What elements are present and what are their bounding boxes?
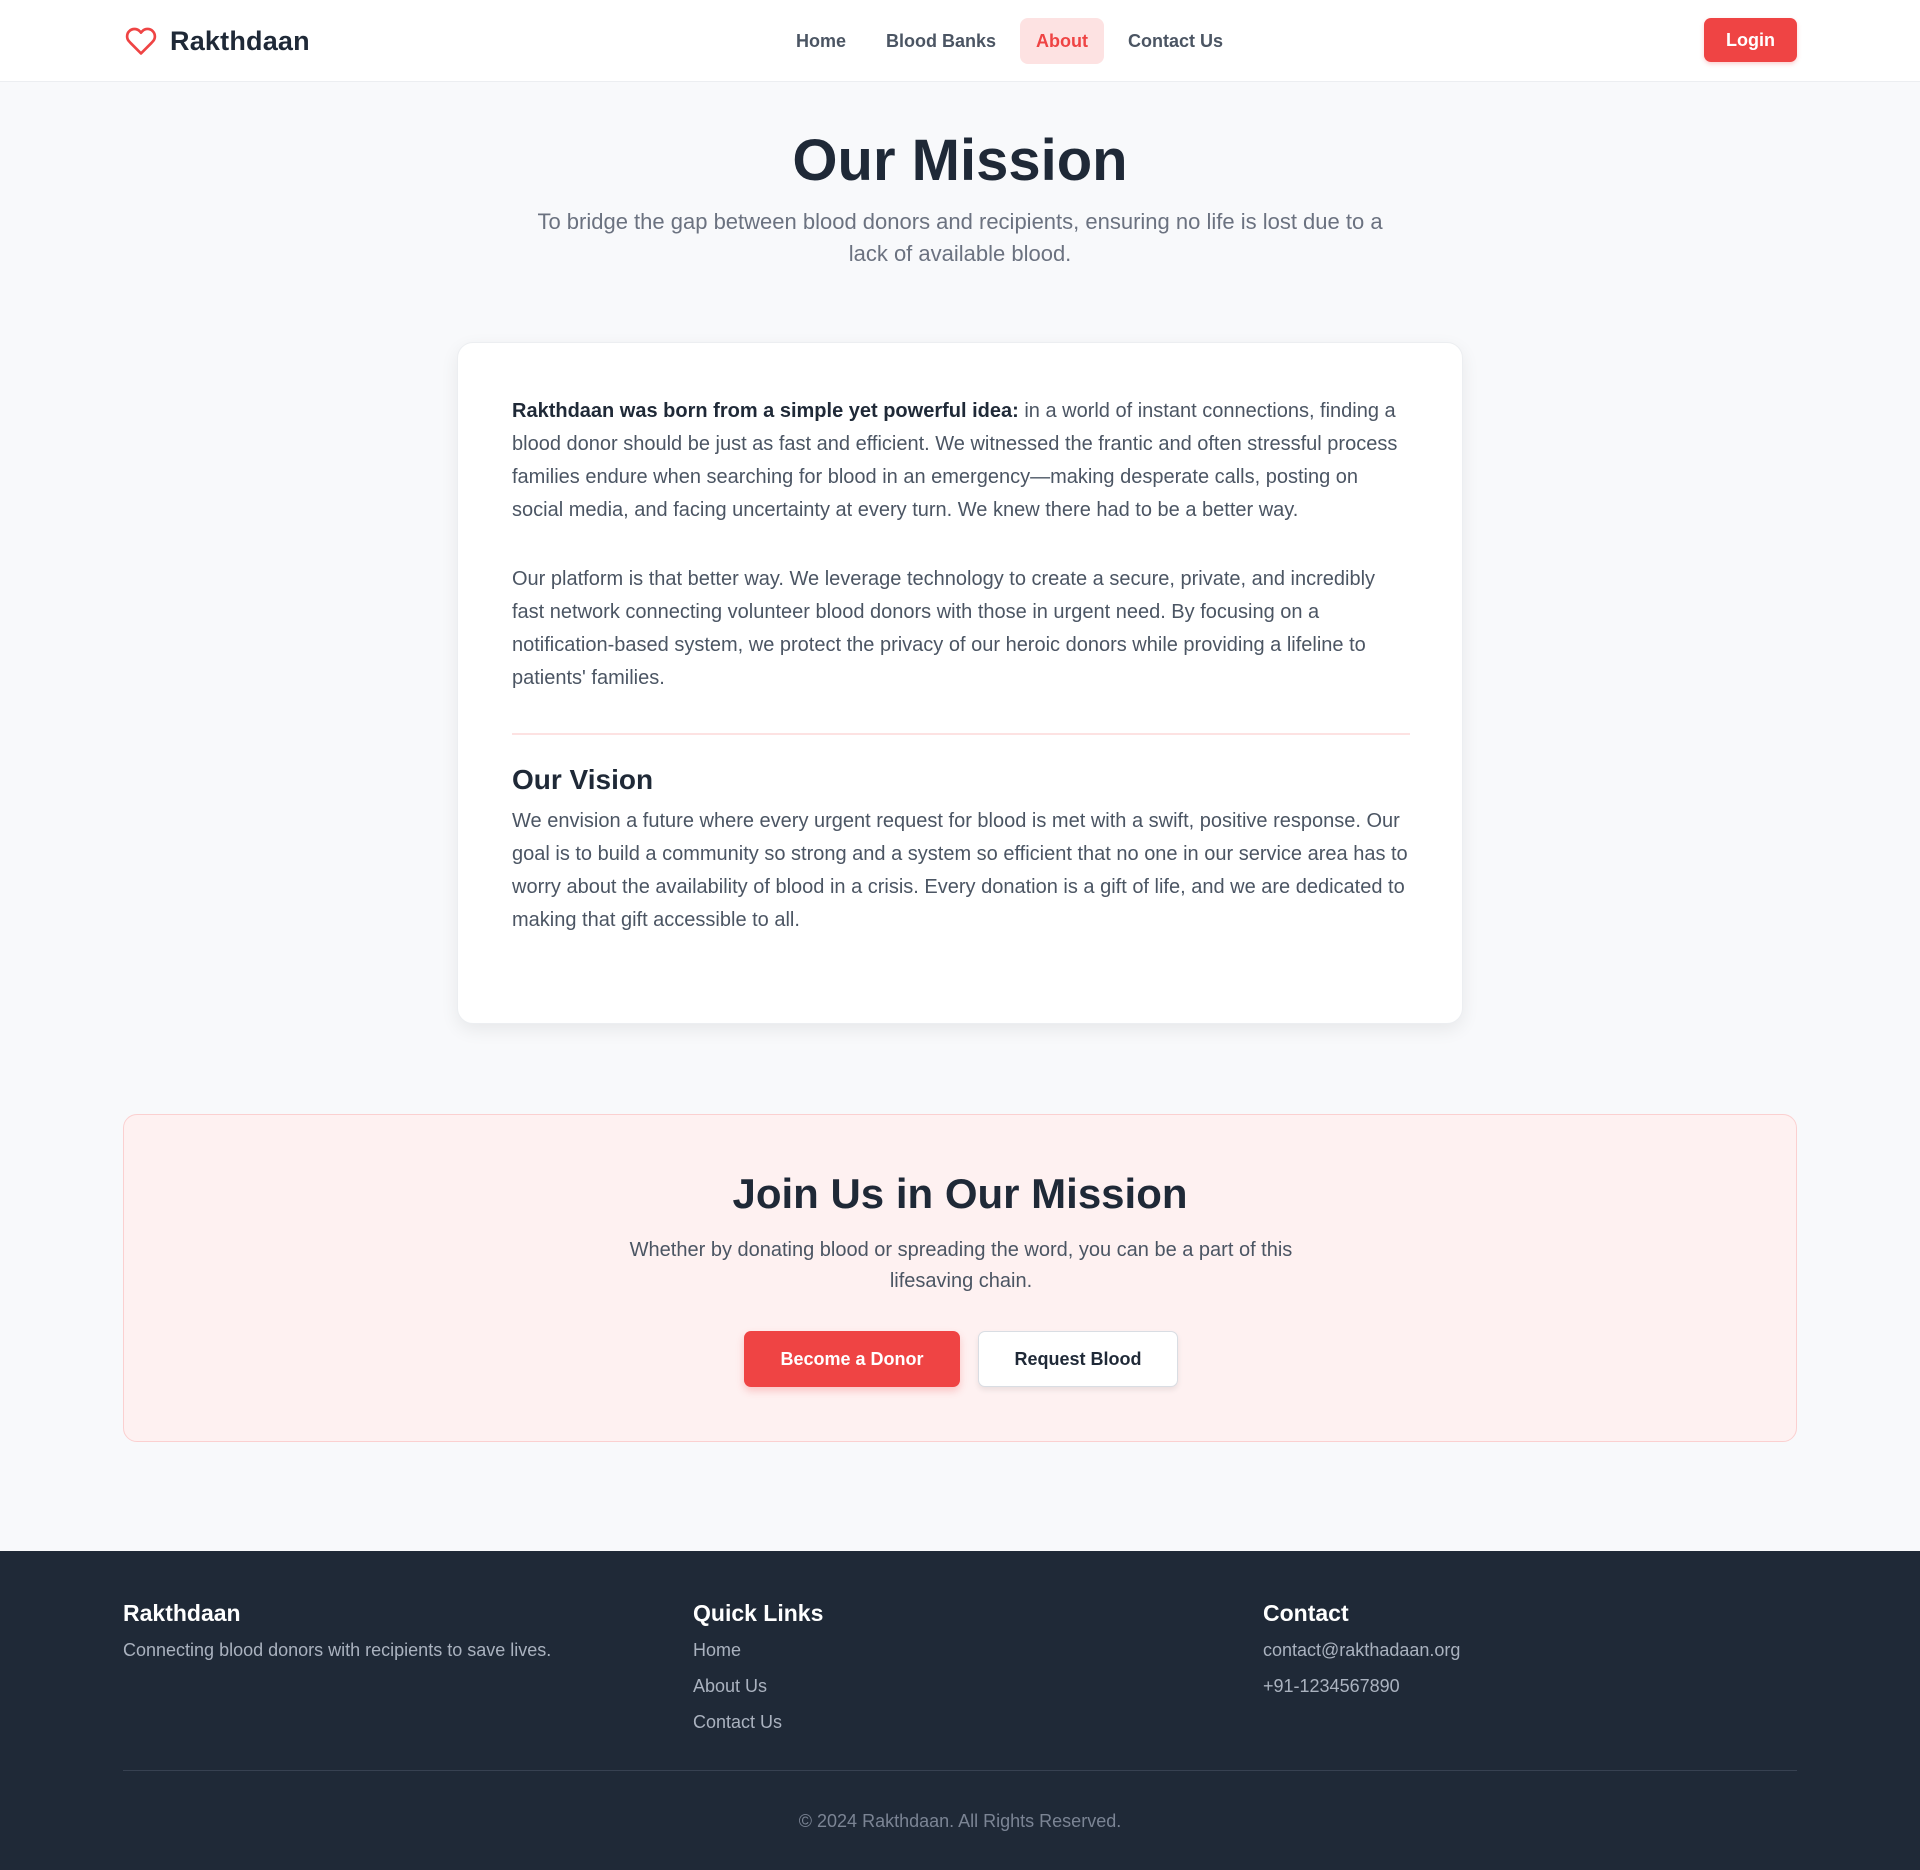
vision-paragraph: We envision a future where every urgent … <box>512 810 1408 931</box>
vision-heading: Our Vision <box>512 764 654 795</box>
footer-tagline: Connecting blood donors with recipients … <box>123 1640 552 1660</box>
login-button[interactable]: Login <box>1704 18 1797 62</box>
site-footer: Rakthdaan Connecting blood donors with r… <box>0 1551 1920 1870</box>
brand-name: Rakthdaan <box>170 25 310 56</box>
footer-divider <box>123 1770 1797 1771</box>
quick-links-title: Quick Links <box>693 1600 824 1626</box>
intro-paragraph: Rakthdaan was born from a simple yet pow… <box>512 395 1412 527</box>
page-title: Our Mission <box>792 128 1128 193</box>
nav-home[interactable]: Home <box>780 18 862 64</box>
footer-brand-title: Rakthdaan <box>123 1600 241 1626</box>
become-donor-button[interactable]: Become a Donor <box>744 1331 960 1387</box>
request-blood-button[interactable]: Request Blood <box>978 1331 1178 1387</box>
contact-email-link[interactable]: contact@rakthadaan.org <box>1263 1639 1460 1661</box>
footer-link-contact-us[interactable]: Contact Us <box>693 1711 823 1733</box>
footer-about: Rakthdaan Connecting blood donors with r… <box>123 1599 551 1661</box>
nav-blood-banks[interactable]: Blood Banks <box>870 18 1012 64</box>
nav-contact-us[interactable]: Contact Us <box>1112 18 1239 64</box>
section-divider <box>512 733 1410 735</box>
copyright-text: © 2024 Rakthdaan. All Rights Reserved. <box>798 1811 1122 1831</box>
footer-link-home[interactable]: Home <box>693 1639 823 1661</box>
join-section: Join Us in Our Mission Whether by donati… <box>123 1114 1797 1442</box>
nav-about[interactable]: About <box>1020 18 1105 64</box>
page-subtitle: To bridge the gap between blood donors a… <box>537 209 1383 266</box>
footer-quick-links: Quick Links Home About Us Contact Us <box>693 1599 823 1747</box>
join-subtitle: Whether by donating blood or spreading t… <box>629 1239 1293 1292</box>
footer-link-about-us[interactable]: About Us <box>693 1675 823 1697</box>
intro-bold-text: Rakthdaan was born from a simple yet pow… <box>512 400 1019 422</box>
contact-title: Contact <box>1263 1600 1349 1626</box>
platform-paragraph: Our platform is that better way. We leve… <box>512 568 1376 689</box>
mission-card: Rakthdaan was born from a simple yet pow… <box>457 342 1463 1024</box>
main-nav: Home Blood Banks About Contact Us <box>780 18 1239 64</box>
footer-contact: Contact contact@rakthadaan.org +91-12345… <box>1263 1599 1460 1711</box>
heart-icon <box>124 25 158 57</box>
brand-logo[interactable]: Rakthdaan <box>124 22 310 60</box>
join-heading: Join Us in Our Mission <box>732 1170 1188 1217</box>
contact-phone-link[interactable]: +91-1234567890 <box>1263 1675 1460 1697</box>
top-navbar: Rakthdaan Home Blood Banks About Contact… <box>0 0 1920 82</box>
